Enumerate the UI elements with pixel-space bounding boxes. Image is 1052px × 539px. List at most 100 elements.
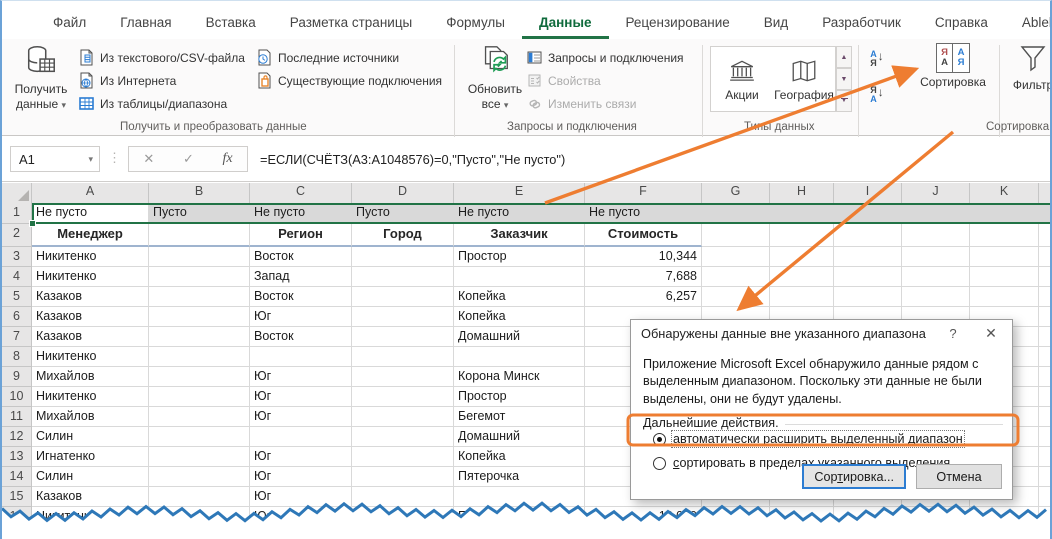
cell-L10[interactable] xyxy=(1039,387,1052,407)
cell-C10[interactable]: Юг xyxy=(250,387,352,407)
cell-B6[interactable] xyxy=(149,307,250,327)
cell-I3[interactable] xyxy=(834,247,902,267)
ribbon-item-table-range[interactable]: Из таблицы/диапазона xyxy=(78,93,227,114)
cell-F5[interactable]: 6,257 xyxy=(585,287,702,307)
cell-L15[interactable] xyxy=(1039,487,1052,507)
cell-C7[interactable]: Восток xyxy=(250,327,352,347)
column-header-H[interactable]: H xyxy=(770,183,834,203)
column-header-D[interactable]: D xyxy=(352,183,454,203)
cell-F3[interactable]: 10,344 xyxy=(585,247,702,267)
dialog-sort-button[interactable]: Сортировка... xyxy=(802,464,906,489)
row-header-2[interactable]: 2 xyxy=(2,224,32,247)
cell-C16[interactable]: Юг xyxy=(250,507,352,527)
row-header-16[interactable]: 16 xyxy=(2,507,32,527)
cell-H16[interactable] xyxy=(770,507,834,527)
ribbon-item-recent-sources[interactable]: Последние источники xyxy=(256,47,399,68)
cell-E1[interactable]: Не пусто xyxy=(454,203,585,224)
cell-E10[interactable]: Простор xyxy=(454,387,585,407)
cell-A9[interactable]: Михайлов xyxy=(32,367,149,387)
cell-D6[interactable] xyxy=(352,307,454,327)
cell-L2[interactable] xyxy=(1039,224,1052,247)
row-header-4[interactable]: 4 xyxy=(2,267,32,287)
cell-F2[interactable]: Стоимость xyxy=(585,224,702,247)
enter-entry-icon[interactable]: ✓ xyxy=(183,151,194,167)
cell-A4[interactable]: Никитенко xyxy=(32,267,149,287)
cell-L5[interactable] xyxy=(1039,287,1052,307)
cell-J16[interactable] xyxy=(902,507,970,527)
cell-C3[interactable]: Восток xyxy=(250,247,352,267)
cell-C1[interactable]: Не пусто xyxy=(250,203,352,224)
cell-B14[interactable] xyxy=(149,467,250,487)
cell-A3[interactable]: Никитенко xyxy=(32,247,149,267)
cell-C12[interactable] xyxy=(250,427,352,447)
cell-I16[interactable] xyxy=(834,507,902,527)
cell-B15[interactable] xyxy=(149,487,250,507)
cell-E7[interactable]: Домашний xyxy=(454,327,585,347)
cell-H1[interactable] xyxy=(770,203,834,224)
cell-K5[interactable] xyxy=(970,287,1039,307)
cell-D8[interactable] xyxy=(352,347,454,367)
cell-C15[interactable]: Юг xyxy=(250,487,352,507)
gallery-expand-icon[interactable]: ▼ xyxy=(836,90,852,112)
row-header-7[interactable]: 7 xyxy=(2,327,32,347)
tab-формулы[interactable]: Формулы xyxy=(429,6,522,39)
datatype-geography[interactable]: География xyxy=(773,47,835,111)
cell-H5[interactable] xyxy=(770,287,834,307)
cell-C4[interactable]: Запад xyxy=(250,267,352,287)
dialog-close-icon[interactable]: ✕ xyxy=(976,322,1006,344)
cell-D11[interactable] xyxy=(352,407,454,427)
cell-C13[interactable]: Юг xyxy=(250,447,352,467)
row-header-9[interactable]: 9 xyxy=(2,367,32,387)
cell-E15[interactable] xyxy=(454,487,585,507)
cell-A5[interactable]: Казаков xyxy=(32,287,149,307)
cell-E13[interactable]: Копейка xyxy=(454,447,585,467)
cell-B5[interactable] xyxy=(149,287,250,307)
cell-D12[interactable] xyxy=(352,427,454,447)
cell-L16[interactable] xyxy=(1039,507,1052,527)
row-header-14[interactable]: 14 xyxy=(2,467,32,487)
ribbon-item-queries-pane[interactable]: Запросы и подключения xyxy=(526,47,684,68)
cell-H2[interactable] xyxy=(770,224,834,247)
column-header-I[interactable]: I xyxy=(834,183,902,203)
cell-D2[interactable]: Город xyxy=(352,224,454,247)
datatype-stocks[interactable]: Акции xyxy=(711,47,773,111)
column-header-E[interactable]: E xyxy=(454,183,585,203)
cell-B9[interactable] xyxy=(149,367,250,387)
ribbon-item-file-text[interactable]: Из текстового/CSV-файла xyxy=(78,47,245,68)
cell-G4[interactable] xyxy=(702,267,770,287)
cell-E9[interactable]: Корона Минск xyxy=(454,367,585,387)
cell-B12[interactable] xyxy=(149,427,250,447)
cell-E3[interactable]: Простор xyxy=(454,247,585,267)
cell-L9[interactable] xyxy=(1039,367,1052,387)
cell-G5[interactable] xyxy=(702,287,770,307)
fill-handle[interactable] xyxy=(29,220,36,227)
cell-D9[interactable] xyxy=(352,367,454,387)
cancel-entry-icon[interactable]: ✕ xyxy=(143,151,154,167)
cell-B1[interactable]: Пусто xyxy=(149,203,250,224)
column-header-x[interactable] xyxy=(1039,183,1052,203)
cell-A16[interactable]: Никитенко xyxy=(32,507,149,527)
row-header-10[interactable]: 10 xyxy=(2,387,32,407)
cell-C8[interactable] xyxy=(250,347,352,367)
cell-D7[interactable] xyxy=(352,327,454,347)
cell-L3[interactable] xyxy=(1039,247,1052,267)
cell-L12[interactable] xyxy=(1039,427,1052,447)
sort-dialog-button[interactable]: ЯА АЯ Сортировка xyxy=(910,43,996,117)
cell-B16[interactable] xyxy=(149,507,250,527)
cell-B3[interactable] xyxy=(149,247,250,267)
cell-F16[interactable]: 12,029 xyxy=(585,507,702,527)
cell-L14[interactable] xyxy=(1039,467,1052,487)
row-header-13[interactable]: 13 xyxy=(2,447,32,467)
cell-A2[interactable]: Менеджер xyxy=(32,224,149,247)
cell-D13[interactable] xyxy=(352,447,454,467)
cell-B11[interactable] xyxy=(149,407,250,427)
get-data-button[interactable]: Получить данные ▾ xyxy=(8,43,74,117)
cell-D15[interactable] xyxy=(352,487,454,507)
tab-файл[interactable]: Файл xyxy=(36,6,103,39)
cell-D5[interactable] xyxy=(352,287,454,307)
cell-L11[interactable] xyxy=(1039,407,1052,427)
cell-K16[interactable] xyxy=(970,507,1039,527)
radio-expand-selection[interactable]: автоматически расширить выделенный диапа… xyxy=(653,432,963,446)
cell-B8[interactable] xyxy=(149,347,250,367)
cell-H4[interactable] xyxy=(770,267,834,287)
